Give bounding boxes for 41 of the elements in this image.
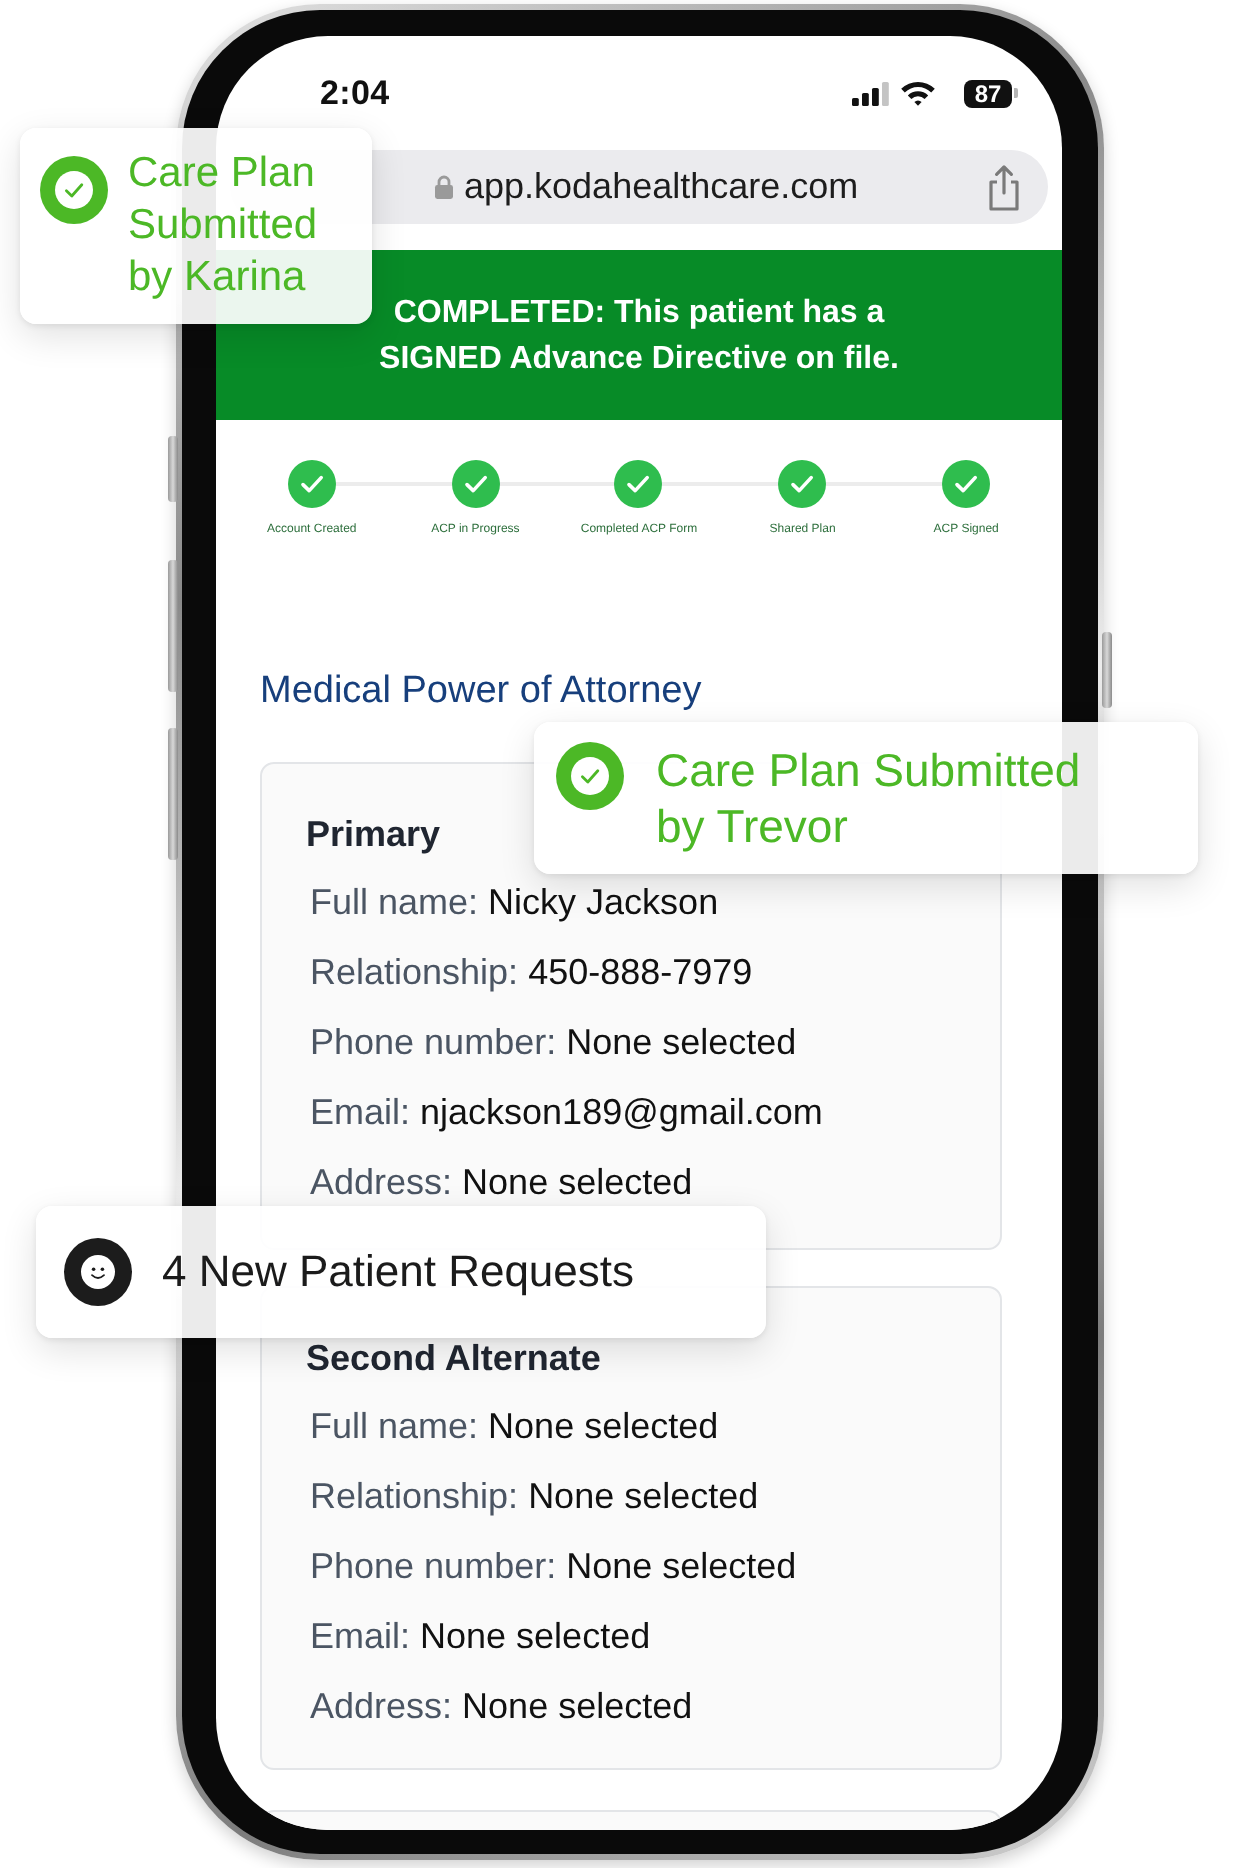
lock-icon [434,174,454,200]
field-value: njackson189@gmail.com [420,1089,823,1133]
field-label: Relationship: [310,1473,519,1517]
field-label: Email: [310,1089,411,1133]
field-label: Relationship: [310,949,519,993]
smiley-icon [64,1238,132,1306]
field-value: None selected [488,1403,719,1447]
field-value: None selected [566,1543,797,1587]
field-value: 450-888-7979 [528,949,753,993]
share-icon [984,163,1024,211]
check-circle-icon [40,156,108,224]
field-value: None selected [420,1613,651,1657]
notification-text: Care Plan Submitted by Trevor [656,742,1083,854]
check-circle-icon [556,742,624,810]
field-value: None selected [462,1159,693,1203]
wifi-icon [900,80,936,106]
field-label: Phone number: [310,1019,557,1063]
field-label: Full name: [310,879,479,923]
battery-indicator: 87 [964,79,1018,107]
side-button[interactable] [168,436,178,502]
url-text: app.kodahealthcare.com [464,166,859,208]
share-button[interactable] [984,163,1024,211]
notification-text: 4 New Patient Requests [162,1244,635,1300]
section-title: Medical Power of Attorney [260,670,702,714]
side-button[interactable] [168,560,178,692]
card-heading: Second Alternate [306,1336,601,1380]
field-label: Full name: [310,1403,479,1447]
field-label: Address: [310,1159,453,1203]
field-value: None selected [566,1019,797,1063]
card-heading: Primary [306,812,441,856]
signal-icon [852,81,890,105]
field-value: None selected [462,1683,693,1727]
field-label: Phone number: [310,1543,557,1587]
field-label: Address: [310,1683,453,1727]
field-value: Nicky Jackson [488,879,719,923]
field-label: Email: [310,1613,411,1657]
side-button[interactable] [1102,632,1112,708]
side-button[interactable] [168,728,178,860]
status-time: 2:04 [320,73,390,113]
banner-text: COMPLETED: This patient has a SIGNED Advance Directive on file. [377,293,901,379]
field-value: None selected [528,1473,759,1517]
